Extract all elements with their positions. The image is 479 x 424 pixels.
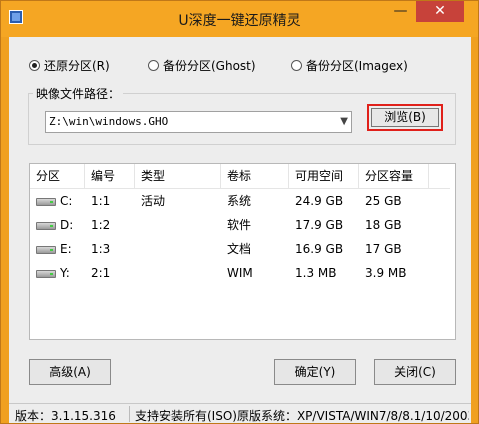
- radio-backup-imagex[interactable]: 备份分区(Imagex): [291, 57, 408, 73]
- close-button[interactable]: 关闭(C): [374, 359, 456, 385]
- radio-unchecked-icon: [291, 59, 302, 71]
- column-header-number[interactable]: 编号: [85, 164, 135, 188]
- column-header-partition[interactable]: 分区: [30, 164, 85, 188]
- cell-label: 文档: [227, 242, 252, 256]
- status-bar: 版本：3.1.15.316 支持安装所有(ISO)原版系统：XP/VISTA/W…: [9, 403, 471, 423]
- chevron-down-icon[interactable]: ▼: [340, 112, 348, 132]
- table-row[interactable]: E: 1:3 文档 16.9 GB 17 GB: [30, 237, 450, 261]
- hard-disk-icon: [36, 270, 56, 278]
- ok-button[interactable]: 确定(Y): [274, 359, 356, 385]
- cell-label: 软件: [227, 218, 252, 232]
- column-header-type[interactable]: 类型: [135, 164, 221, 188]
- cell-type: [135, 261, 141, 285]
- hard-disk-icon: [36, 246, 56, 254]
- hard-disk-icon: [36, 198, 56, 206]
- table-row[interactable]: D: 1:2 软件 17.9 GB 18 GB: [30, 213, 450, 237]
- supported-systems-text: 支持安装所有(ISO)原版系统：XP/VISTA/WIN7/8/8.1/10/2…: [135, 409, 469, 423]
- cell-number: 1:2: [91, 218, 111, 232]
- radio-unchecked-icon: [148, 59, 159, 71]
- cell-capacity: 18 GB: [365, 218, 402, 232]
- cell-type: [135, 213, 141, 237]
- radio-checked-icon: [29, 59, 40, 71]
- main-panel: 还原分区(R) 备份分区(Ghost) 备份分区(Imagex) 映像文件路径：…: [9, 37, 471, 403]
- image-path-label: 映像文件路径：: [33, 85, 124, 102]
- advanced-button[interactable]: 高级(A): [29, 359, 111, 385]
- title-bar: U深度一键还原精灵 — ✕: [1, 1, 478, 37]
- radio-restore-label: 还原分区(R): [44, 58, 110, 73]
- cell-capacity: 3.9 MB: [365, 266, 407, 280]
- cell-number: 1:3: [91, 242, 111, 256]
- cell-type: 活动: [141, 194, 166, 208]
- cell-number: 2:1: [91, 266, 111, 280]
- image-path-combobox[interactable]: Z:\win\windows.GHO ▼: [45, 111, 352, 133]
- radio-backup-ghost-label: 备份分区(Ghost): [163, 58, 256, 73]
- app-window: U深度一键还原精灵 — ✕ 还原分区(R) 备份分区(Ghost) 备份分区(I…: [0, 0, 479, 424]
- column-header-capacity[interactable]: 分区容量: [359, 164, 429, 188]
- column-header-free-space[interactable]: 可用空间: [289, 164, 359, 188]
- cell-partition: Y:: [60, 266, 70, 280]
- image-path-value: Z:\win\windows.GHO: [49, 115, 169, 128]
- radio-backup-imagex-label: 备份分区(Imagex): [306, 58, 408, 73]
- cell-free-space: 17.9 GB: [295, 218, 344, 232]
- minimize-button[interactable]: —: [387, 2, 414, 22]
- cell-capacity: 17 GB: [365, 242, 402, 256]
- radio-backup-ghost[interactable]: 备份分区(Ghost): [148, 57, 256, 73]
- close-window-button[interactable]: ✕: [416, 1, 464, 22]
- cell-number: 1:1: [91, 194, 111, 208]
- cell-type: [135, 237, 141, 261]
- table-row[interactable]: Y: 2:1 WIM 1.3 MB 3.9 MB: [30, 261, 450, 285]
- column-header-label[interactable]: 卷标: [221, 164, 289, 188]
- status-divider: [129, 406, 130, 422]
- version-text: 版本：3.1.15.316: [15, 409, 116, 423]
- cell-partition: E:: [60, 242, 72, 256]
- table-row[interactable]: C: 1:1 活动 系统 24.9 GB 25 GB: [30, 189, 450, 213]
- browse-button-highlight: 浏览(B): [367, 104, 443, 131]
- cell-free-space: 16.9 GB: [295, 242, 344, 256]
- radio-restore[interactable]: 还原分区(R): [29, 57, 110, 73]
- partition-list-header: 分区 编号 类型 卷标 可用空间 分区容量: [30, 164, 450, 189]
- cell-partition: D:: [60, 218, 74, 232]
- partition-list[interactable]: 分区 编号 类型 卷标 可用空间 分区容量 C: 1:1 活动 系统 24.9 …: [29, 163, 456, 340]
- hard-disk-icon: [36, 222, 56, 230]
- cell-label: 系统: [227, 194, 252, 208]
- cell-capacity: 25 GB: [365, 194, 402, 208]
- cell-free-space: 1.3 MB: [295, 266, 337, 280]
- cell-partition: C:: [60, 194, 73, 208]
- browse-button[interactable]: 浏览(B): [371, 108, 439, 127]
- cell-free-space: 24.9 GB: [295, 194, 344, 208]
- cell-label: WIM: [227, 266, 253, 280]
